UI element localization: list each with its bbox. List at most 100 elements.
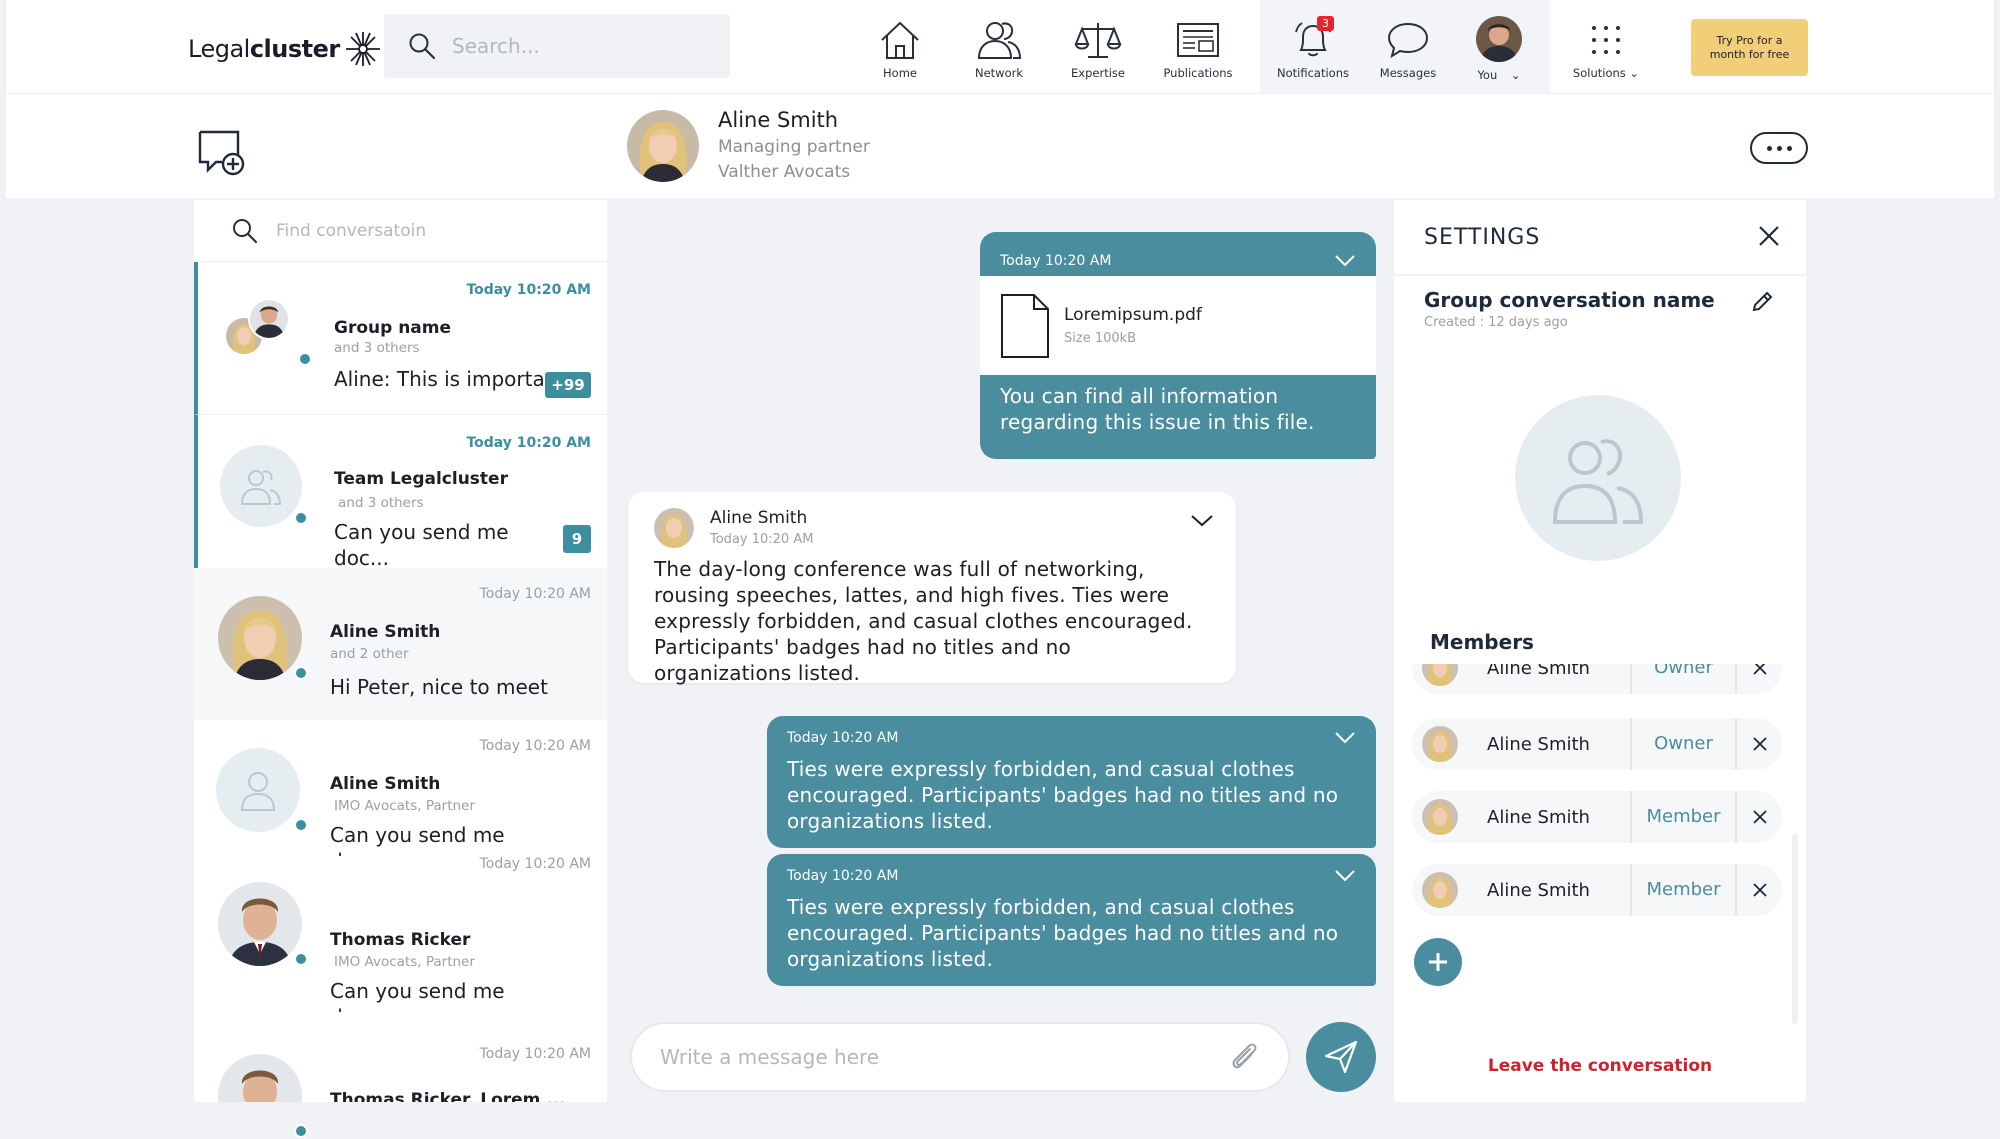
user-icon [240, 772, 276, 811]
member-role[interactable]: Owner [1630, 664, 1735, 694]
new-conversation-button[interactable] [198, 130, 246, 176]
remove-member-button[interactable] [1735, 791, 1782, 843]
member-role[interactable]: Owner [1630, 718, 1735, 770]
sender-name: Aline Smith [710, 508, 808, 528]
document-icon [1001, 293, 1049, 358]
group-avatar-placeholder[interactable] [1515, 395, 1681, 561]
contact-company: Valther Avocats [718, 162, 851, 182]
contact-name: Aline Smith [718, 108, 839, 132]
nav-you-menu[interactable]: You ⌄ [1464, 0, 1534, 93]
conversation-item-aline-imo[interactable]: Today 10:20 AM Aline Smith IMO Avocats, … [194, 720, 607, 873]
nav-home[interactable]: Home [870, 0, 930, 93]
conversation-preview: Aline: This is importa... [334, 367, 564, 391]
conversation-list-panel: Find conversatoin Today 10:20 AM Group n… [194, 200, 607, 1102]
search-placeholder: Search... [452, 34, 540, 58]
paperclip-icon[interactable] [1226, 1040, 1260, 1074]
conversation-item-thomas-lorem[interactable]: Today 10:20 AM Thomas Ricker, Lorem ... [194, 1012, 607, 1102]
search-icon [233, 218, 258, 243]
member-avatar [248, 298, 290, 340]
chevron-down-icon[interactable] [1334, 254, 1356, 268]
conversation-item-aline[interactable]: Today 10:20 AM Aline Smith and 2 other H… [194, 568, 607, 720]
more-options-button[interactable] [1750, 132, 1808, 164]
close-settings-button[interactable] [1757, 224, 1781, 248]
group-placeholder-avatar [220, 445, 302, 527]
nav-solutions[interactable]: Solutions ⌄ [1566, 0, 1646, 93]
conversation-item-team[interactable]: Today 10:20 AM Team Legalcluster and 3 o… [194, 414, 607, 570]
user-placeholder-avatar [216, 748, 300, 832]
nav-expertise[interactable]: Expertise [1062, 0, 1134, 93]
contact-avatar[interactable] [627, 110, 699, 182]
conversation-item-thomas[interactable]: Today 10:20 AM Thomas Ricker IMO Avocats… [194, 856, 607, 1029]
group-created-date: Created : 12 days ago [1424, 315, 1568, 330]
conversation-name: Group name [334, 318, 452, 338]
file-name: Loremipsum.pdf [1064, 305, 1202, 325]
conversation-subtitle: and 3 others [338, 495, 424, 511]
add-member-button[interactable] [1414, 938, 1462, 986]
nav-network-label: Network [974, 66, 1024, 80]
conversation-time: Today 10:20 AM [479, 738, 591, 754]
nav-network[interactable]: Network [964, 0, 1034, 93]
users-icon [1552, 439, 1644, 524]
remove-member-button[interactable] [1735, 664, 1782, 694]
home-icon [881, 21, 919, 59]
message-outgoing[interactable]: Today 10:20 AM Ties were expressly forbi… [767, 716, 1376, 848]
nav-messages[interactable]: Messages [1376, 0, 1440, 93]
chat-bubble-icon [1387, 22, 1429, 59]
file-attachment[interactable]: Loremipsum.pdf Size 100kB [980, 276, 1376, 375]
message-time: Today 10:20 AM [710, 532, 814, 547]
find-conversation-input[interactable]: Find conversatoin [194, 200, 607, 262]
file-size: Size 100kB [1064, 331, 1137, 346]
send-icon [1324, 1040, 1358, 1074]
remove-member-button[interactable] [1735, 864, 1782, 916]
chevron-down-icon[interactable] [1334, 869, 1356, 883]
send-button[interactable] [1306, 1022, 1376, 1092]
scales-icon [1074, 23, 1122, 58]
remove-member-button[interactable] [1735, 718, 1782, 770]
message-incoming[interactable]: Aline Smith Today 10:20 AM The day-long … [628, 492, 1236, 685]
nav-notifications-label: Notifications [1277, 66, 1349, 80]
conversation-time: Today 10:20 AM [466, 435, 591, 451]
member-name: Aline Smith [1487, 879, 1590, 901]
message-time: Today 10:20 AM [787, 730, 899, 746]
message-outgoing[interactable]: Today 10:20 AM Ties were expressly forbi… [767, 854, 1376, 986]
chevron-down-icon[interactable] [1334, 731, 1356, 745]
online-status-dot [298, 352, 312, 366]
conversation-subtitle: and 2 other [330, 646, 409, 662]
network-icon [977, 22, 1022, 59]
edit-name-button[interactable] [1750, 290, 1774, 314]
online-status-dot [294, 952, 308, 966]
member-row: Aline Smith Owner [1412, 664, 1782, 694]
try-pro-button[interactable]: Try Pro for a month for free [1691, 19, 1808, 76]
nav-messages-label: Messages [1379, 66, 1437, 80]
logo-star-icon [345, 32, 380, 66]
conversation-name: Aline Smith [330, 622, 441, 642]
member-role[interactable]: Member [1630, 864, 1735, 916]
close-icon [1752, 883, 1767, 897]
nav-publications[interactable]: Publications [1158, 0, 1238, 93]
conversation-subtitle: and 3 others [334, 340, 420, 356]
contact-avatar [218, 1054, 302, 1102]
notifications-count-badge: 3 [1317, 16, 1334, 31]
conversation-preview: Hi Peter, nice to meet ... [330, 675, 548, 712]
message-file-outgoing[interactable]: Today 10:20 AM Loremipsum.pdf Size 100kB… [980, 232, 1376, 459]
global-search-input[interactable]: Search... [384, 14, 730, 78]
members-scrollbar[interactable] [1792, 834, 1798, 1024]
unread-count-badge: +99 [545, 372, 591, 398]
nav-home-label: Home [883, 66, 917, 80]
conversation-subtitle: IMO Avocats, Partner [334, 798, 475, 814]
grid-dots-icon [1592, 26, 1620, 54]
group-conversation-name: Group conversation name [1424, 288, 1715, 312]
close-icon [1759, 226, 1779, 246]
legalcluster-logo[interactable]: Legal cluster [188, 30, 382, 68]
leave-conversation-link[interactable]: Leave the conversation [1394, 1056, 1806, 1076]
nav-notifications[interactable]: 3 Notifications [1270, 0, 1356, 93]
message-composer-input[interactable]: Write a message here [630, 1022, 1290, 1092]
conversation-name: Aline Smith [330, 774, 441, 794]
online-status-dot [294, 666, 308, 680]
conversation-time: Today 10:20 AM [479, 586, 591, 602]
search-icon [409, 33, 436, 60]
member-role[interactable]: Member [1630, 791, 1735, 843]
conversation-item-group[interactable]: Today 10:20 AM Group name and 3 others A… [194, 262, 607, 414]
chevron-down-icon[interactable] [1190, 514, 1214, 528]
message-header: Today 10:20 AM [767, 716, 1376, 746]
